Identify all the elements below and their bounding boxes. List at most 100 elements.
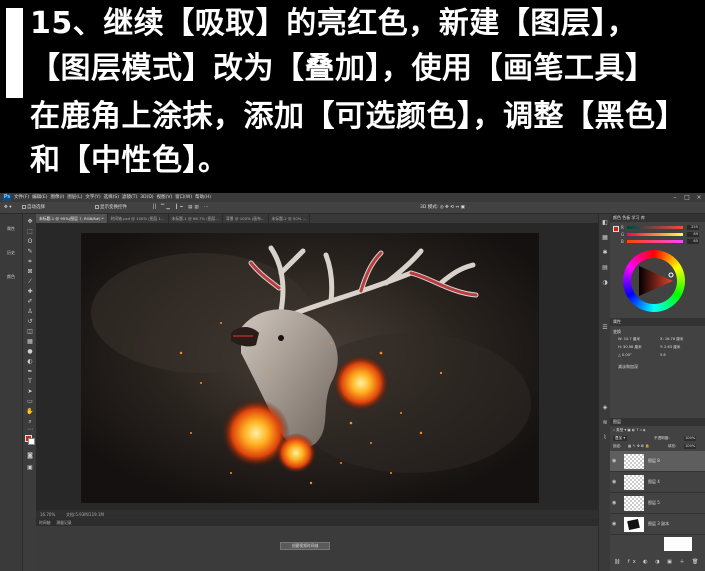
auto-select-checkbox[interactable]: 自动选择 (22, 202, 45, 214)
slider-track[interactable] (627, 233, 683, 236)
align-icons[interactable]: ▕▏▔▁ ┃━ ▤▥ ⋯ (150, 202, 211, 214)
slider-value[interactable]: 65 (687, 239, 699, 244)
layer-row[interactable]: ◉ 图层 8 (610, 451, 705, 472)
dock-color-button[interactable]: 颜色 (1, 266, 21, 288)
learn-panel-icon[interactable]: ✱ (601, 249, 609, 257)
layer-row[interactable]: ◉ 图层 5 (610, 493, 705, 514)
color-slider-r[interactable]: R 255 (621, 225, 701, 230)
color-triangle[interactable] (623, 250, 685, 312)
dock-history-button[interactable]: 历史 (1, 242, 21, 264)
shape-tool-icon[interactable]: ▭ (26, 398, 34, 406)
dock-properties-button[interactable]: 属性 (1, 218, 21, 240)
frame-tool-icon[interactable]: ⊠ (26, 268, 34, 276)
marquee-tool-icon[interactable]: ⬚ (26, 228, 34, 236)
hand-tool-icon[interactable]: ✋ (26, 408, 34, 416)
type-tool-icon[interactable]: T (26, 378, 34, 386)
fill-field[interactable]: 100% (684, 444, 697, 449)
color-panel-icon[interactable]: ◧ (601, 219, 609, 227)
menu-window[interactable]: 窗口(W) (175, 193, 192, 202)
layer-name[interactable]: 图层 3 副本 (648, 521, 669, 527)
lasso-tool-icon[interactable]: ʘ (26, 238, 34, 246)
tab-measurement-log[interactable]: 测量记录 (53, 519, 74, 526)
menu-image[interactable]: 图像(I) (50, 193, 64, 202)
layer-name[interactable]: 图层 8 (648, 458, 660, 464)
swatches-panel-icon[interactable]: ▦ (601, 234, 609, 242)
x-position-field[interactable]: X: 16.76 厘米 (660, 337, 683, 342)
layer-row[interactable]: ◉ 图层 3 副本 (610, 514, 705, 535)
layer-row[interactable]: ◉ 图层 4 (610, 472, 705, 493)
color-slider-g[interactable]: G 69 (621, 232, 701, 237)
width-field[interactable]: W: 10.7 厘米 (618, 337, 640, 342)
eraser-tool-icon[interactable]: ◫ (26, 328, 34, 336)
slider-value[interactable]: 255 (687, 225, 699, 230)
libraries-panel-icon[interactable]: ▤ (601, 264, 609, 272)
background-color-swatch[interactable] (28, 438, 35, 445)
eye-icon[interactable]: ◉ (612, 500, 616, 506)
eye-icon[interactable]: ◉ (612, 479, 616, 485)
height-field[interactable]: H: 30.98 厘米 (618, 345, 642, 350)
path-select-tool-icon[interactable]: ➤ (26, 388, 34, 396)
move-tool-icon[interactable]: ✥ ▾ (4, 202, 11, 214)
slider-track[interactable] (627, 240, 683, 243)
history-brush-tool-icon[interactable]: ↺ (26, 318, 34, 326)
menu-help[interactable]: 帮助(H) (195, 193, 211, 202)
clone-stamp-tool-icon[interactable]: ♙ (26, 308, 34, 316)
document-tab[interactable]: 未标题-1 @ 66.7% (图层... (169, 214, 223, 223)
color-panel-foreground-swatch[interactable] (613, 226, 619, 232)
crop-tool-icon[interactable]: ⌗ (26, 258, 34, 266)
layers-panel-icon[interactable]: ◈ (601, 404, 609, 412)
close-icon[interactable]: × (695, 193, 703, 202)
menu-3d[interactable]: 3D(D) (140, 193, 153, 202)
document-canvas[interactable] (81, 233, 539, 503)
menu-view[interactable]: 视图(V) (157, 193, 173, 202)
3d-mode-icons[interactable]: 3D 模式: ◎ ✥ ⟲ ↔ ▣ (420, 202, 465, 214)
lock-icons[interactable]: ▦ ✎ ✥ ⊠ 🔒 (628, 444, 649, 449)
layer-name[interactable]: 图层 4 (648, 479, 660, 485)
tab-timeline[interactable]: 时间轴 (36, 519, 53, 526)
color-slider-b[interactable]: B 65 (621, 239, 701, 244)
minimize-icon[interactable]: – (671, 193, 679, 202)
paths-panel-icon[interactable]: ⌇ (601, 434, 609, 442)
properties-panel-icon[interactable]: ☰ (601, 324, 609, 332)
color-wheel[interactable] (623, 250, 685, 312)
channels-panel-icon[interactable]: ≋ (601, 419, 609, 427)
more-tools-icon[interactable]: ⋯ (26, 426, 34, 434)
document-tab[interactable]: 背景 @ 100% (画布... (223, 214, 269, 223)
angle-field[interactable]: △ 0.00° (618, 353, 632, 358)
maximize-icon[interactable]: □ (683, 193, 691, 202)
menu-type[interactable]: 文字(Y) (85, 193, 100, 202)
slider-value[interactable]: 69 (687, 232, 699, 237)
slider-track[interactable] (627, 226, 683, 229)
menu-select[interactable]: 选择(S) (104, 193, 119, 202)
quick-select-tool-icon[interactable]: ✎ (26, 248, 34, 256)
gradient-tool-icon[interactable]: ▦ (26, 338, 34, 346)
dodge-tool-icon[interactable]: ◐ (26, 358, 34, 366)
zoom-tool-icon[interactable]: ⌕ (26, 418, 34, 426)
eye-icon[interactable]: ◉ (612, 521, 616, 527)
menu-filter[interactable]: 滤镜(T) (122, 193, 137, 202)
healing-brush-tool-icon[interactable]: ✚ (26, 288, 34, 296)
menu-edit[interactable]: 编辑(E) (32, 193, 47, 202)
show-transform-checkbox[interactable]: 显示变换控件 (95, 202, 127, 214)
quick-mask-icon[interactable]: ◙ (26, 452, 34, 460)
create-video-timeline-button[interactable]: 创建视频时间轴 (280, 542, 330, 550)
pen-tool-icon[interactable]: ✒ (26, 368, 34, 376)
move-tool-icon[interactable]: ✥ (26, 218, 34, 226)
document-tab[interactable]: 未标题-1 @ 95%(图层 7, RGB/8#) * (36, 214, 108, 223)
brush-tool-icon[interactable]: ✐ (26, 298, 34, 306)
blend-mode-select[interactable]: 叠加 ▾ (613, 436, 628, 441)
blur-tool-icon[interactable]: ● (26, 348, 34, 356)
layers-footer-icons[interactable]: ⛓ fx ◐ ◑ ▣ ＋ 🗑 (614, 560, 701, 565)
eye-icon[interactable]: ◉ (612, 458, 616, 464)
menu-file[interactable]: 文件(F) (14, 193, 29, 202)
opacity-field[interactable]: 100% (684, 436, 697, 441)
layer-name[interactable]: 图层 5 (648, 500, 660, 506)
skew-field[interactable]: 5.6 (660, 353, 666, 358)
screen-mode-icon[interactable]: ▣ (26, 464, 34, 472)
canvas-area[interactable] (36, 223, 598, 510)
zoom-level[interactable]: 16.70% (40, 510, 55, 519)
document-tab[interactable]: 时间轴.psd @ 100% (图层 1... (108, 214, 169, 223)
eyedropper-tool-icon[interactable]: ⁄ (26, 278, 34, 286)
y-position-field[interactable]: Y: 2.63 厘米 (660, 345, 680, 350)
menu-layer[interactable]: 图层(L) (67, 193, 82, 202)
